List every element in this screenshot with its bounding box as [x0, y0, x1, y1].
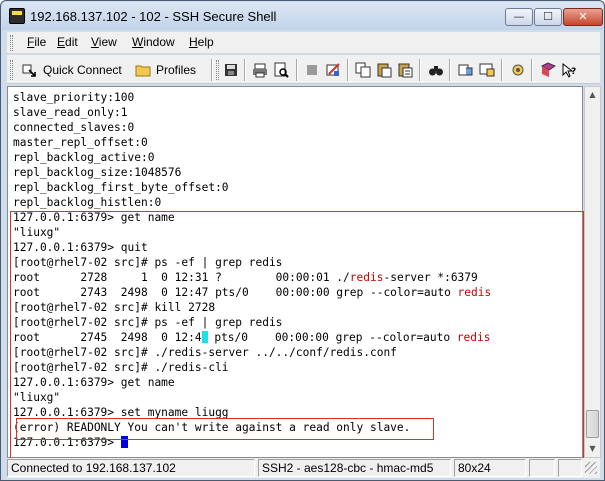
scrollbar-thumb[interactable]: [586, 410, 599, 438]
minimize-button[interactable]: —: [505, 8, 533, 26]
status-connection: Connected to 192.168.137.102: [7, 459, 255, 477]
terminal-error-line: (error) READONLY You can't write against…: [13, 421, 411, 434]
menu-grip[interactable]: [10, 35, 13, 51]
toolbar-separator: [211, 59, 213, 81]
maximize-button[interactable]: ☐: [534, 8, 562, 26]
toolbar-separator: [531, 59, 533, 81]
toolbar: Quick Connect Profiles ?: [7, 55, 600, 84]
window-title: 192.168.137.102 - 102 - SSH Secure Shell: [30, 9, 277, 24]
settings-icon[interactable]: [325, 62, 341, 78]
grep-match: redis: [349, 271, 384, 284]
find-icon[interactable]: [428, 62, 444, 78]
toolbar-separator: [419, 59, 421, 81]
terminal-output[interactable]: slave_priority:100 slave_read_only:1 con…: [7, 86, 583, 458]
menu-file[interactable]: File: [27, 35, 46, 49]
terminal-line: repl_backlog_size:1048576: [13, 166, 182, 179]
save-icon[interactable]: [223, 62, 239, 78]
close-button[interactable]: ✕: [563, 8, 603, 26]
print-icon[interactable]: [252, 62, 268, 78]
print-preview-icon[interactable]: [273, 62, 289, 78]
resize-grip-icon[interactable]: [585, 462, 597, 474]
new-terminal-icon[interactable]: [479, 62, 495, 78]
quick-connect-button[interactable]: Quick Connect: [43, 61, 122, 79]
terminal-line: 127.0.0.1:6379> set myname liugg: [13, 406, 229, 419]
status-indicator: [558, 459, 582, 477]
status-cipher: SSH2 - aes128-cbc - hmac-md5: [258, 459, 451, 477]
terminal-line-ps-grep-2: root 2745 2498 0 12:4 pts/0 00:00:00 gre…: [13, 331, 491, 344]
terminal-line: [root@rhel7-02 src]# ./redis-cli: [13, 361, 229, 374]
menu-bar: File Edit View Window Help: [7, 32, 600, 54]
paste-special-icon[interactable]: [397, 62, 413, 78]
terminal-prompt-line[interactable]: 127.0.0.1:6379>: [13, 435, 128, 450]
terminal-line: 127.0.0.1:6379> get name: [13, 211, 175, 224]
menu-window[interactable]: Window: [132, 35, 175, 49]
terminal-line: [root@rhel7-02 src]# ps -ef | grep redis: [13, 256, 283, 269]
text-cursor: [120, 436, 128, 448]
terminal-line: [root@rhel7-02 src]# ./redis-server ../.…: [13, 346, 397, 359]
toolbar-separator: [449, 59, 451, 81]
app-icon: [9, 8, 25, 24]
toolbar-separator: [244, 59, 246, 81]
scroll-up-arrow-icon[interactable]: ▲: [585, 87, 600, 103]
menu-edit[interactable]: Edit: [57, 35, 78, 49]
scroll-down-arrow-icon[interactable]: ▼: [585, 441, 600, 457]
title-bar[interactable]: 192.168.137.102 - 102 - SSH Secure Shell…: [2, 2, 603, 30]
keygen-icon[interactable]: [510, 62, 526, 78]
terminal-line: slave_read_only:1: [13, 106, 128, 119]
grep-match: redis: [457, 286, 492, 299]
toolbar-separator: [501, 59, 503, 81]
file-transfer-icon[interactable]: [458, 62, 474, 78]
disconnect-icon[interactable]: [304, 62, 320, 78]
toolbar-separator: [347, 59, 349, 81]
svg-text:?: ?: [571, 67, 576, 77]
terminal-line: [root@rhel7-02 src]# ps -ef | grep redis: [13, 316, 283, 329]
toolbar-grip[interactable]: [10, 60, 13, 80]
status-terminal-size: 80x24: [454, 459, 526, 477]
vertical-scrollbar[interactable]: ▲ ▼: [584, 86, 601, 458]
ssh-window: 192.168.137.102 - 102 - SSH Secure Shell…: [0, 0, 605, 481]
terminal-line: repl_backlog_first_byte_offset:0: [13, 181, 229, 194]
copy-icon[interactable]: [355, 62, 371, 78]
grep-match: redis: [456, 331, 491, 344]
terminal-line: 127.0.0.1:6379> get name: [13, 376, 175, 389]
menu-view[interactable]: View: [91, 35, 117, 49]
paste-icon[interactable]: [376, 62, 392, 78]
toolbar-separator: [296, 59, 298, 81]
help-book-icon[interactable]: [540, 62, 556, 78]
terminal-line-ps-redis-server: root 2728 1 0 12:31 ? 00:00:01 ./redis-s…: [13, 271, 478, 284]
profiles-button[interactable]: Profiles: [156, 61, 196, 79]
terminal-line: slave_priority:100: [13, 91, 135, 104]
terminal-line: repl_backlog_active:0: [13, 151, 155, 164]
terminal-line: 127.0.0.1:6379> quit: [13, 241, 148, 254]
terminal-line: master_repl_offset:0: [13, 136, 148, 149]
terminal-line: repl_backlog_histlen:0: [13, 196, 162, 209]
status-lock-icon: [529, 459, 555, 477]
terminal-line: connected_slaves:0: [13, 121, 135, 134]
terminal-line-ps-grep: root 2743 2498 0 12:47 pts/0 00:00:00 gr…: [13, 286, 492, 299]
toolbar-grip-2[interactable]: [216, 60, 219, 80]
status-bar: Connected to 192.168.137.102 SSH2 - aes1…: [7, 458, 600, 478]
whats-this-icon[interactable]: ?: [561, 62, 577, 78]
menu-help[interactable]: Help: [189, 35, 214, 49]
profiles-folder-icon: [135, 65, 151, 77]
quick-connect-icon: [22, 64, 36, 77]
terminal-line: [root@rhel7-02 src]# kill 2728: [13, 301, 216, 314]
terminal-line: "liuxg": [13, 391, 61, 404]
terminal-line: "liuxg": [13, 226, 61, 239]
